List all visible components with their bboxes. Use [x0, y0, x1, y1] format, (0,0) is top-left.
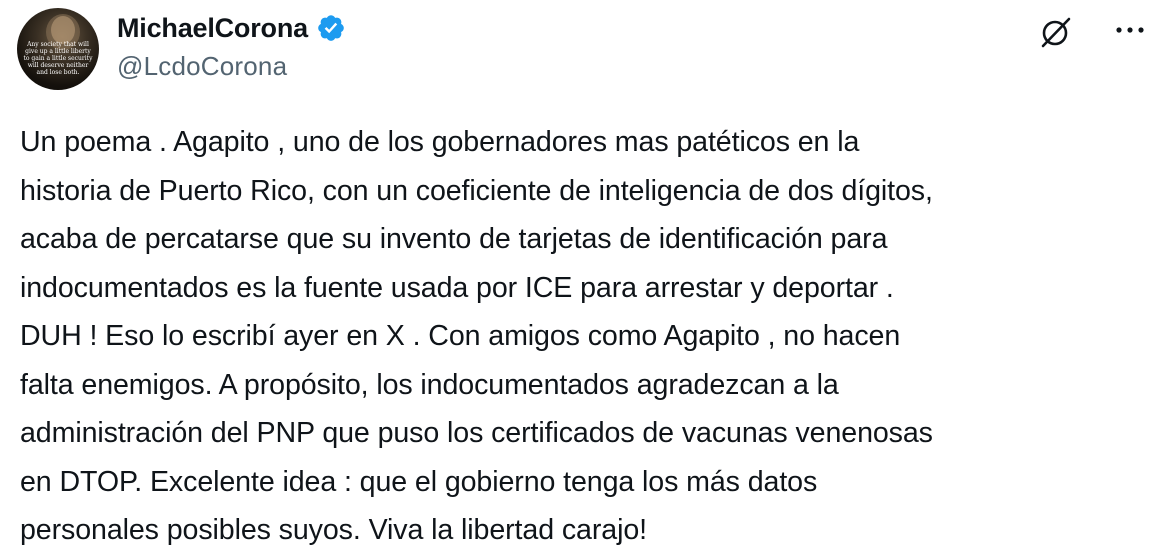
author-display-name[interactable]: MichaelCorona	[117, 13, 308, 44]
avatar-image: Any society that will give up a little l…	[23, 14, 93, 76]
avatar-quote-line: will deserve neither	[28, 62, 89, 69]
avatar-quote-line: and lose both.	[37, 69, 80, 76]
author-name-row: MichaelCorona	[117, 10, 346, 46]
more-dots-icon[interactable]	[1110, 14, 1150, 46]
grok-slash-icon[interactable]	[1036, 12, 1076, 52]
avatar-quote-line: Any society that will	[26, 41, 89, 48]
tweet-text: Un poema . Agapito , uno de los gobernad…	[20, 126, 933, 546]
avatar-quote-line: give up a little liberty	[25, 48, 91, 55]
avatar-quote-line: to gain a little security	[23, 55, 93, 62]
verified-badge-icon[interactable]	[316, 13, 346, 43]
author-handle[interactable]: @LcdoCorona	[117, 51, 287, 82]
avatar[interactable]: Any society that will give up a little l…	[17, 8, 99, 90]
tweet-card: Any society that will give up a little l…	[0, 0, 1171, 554]
